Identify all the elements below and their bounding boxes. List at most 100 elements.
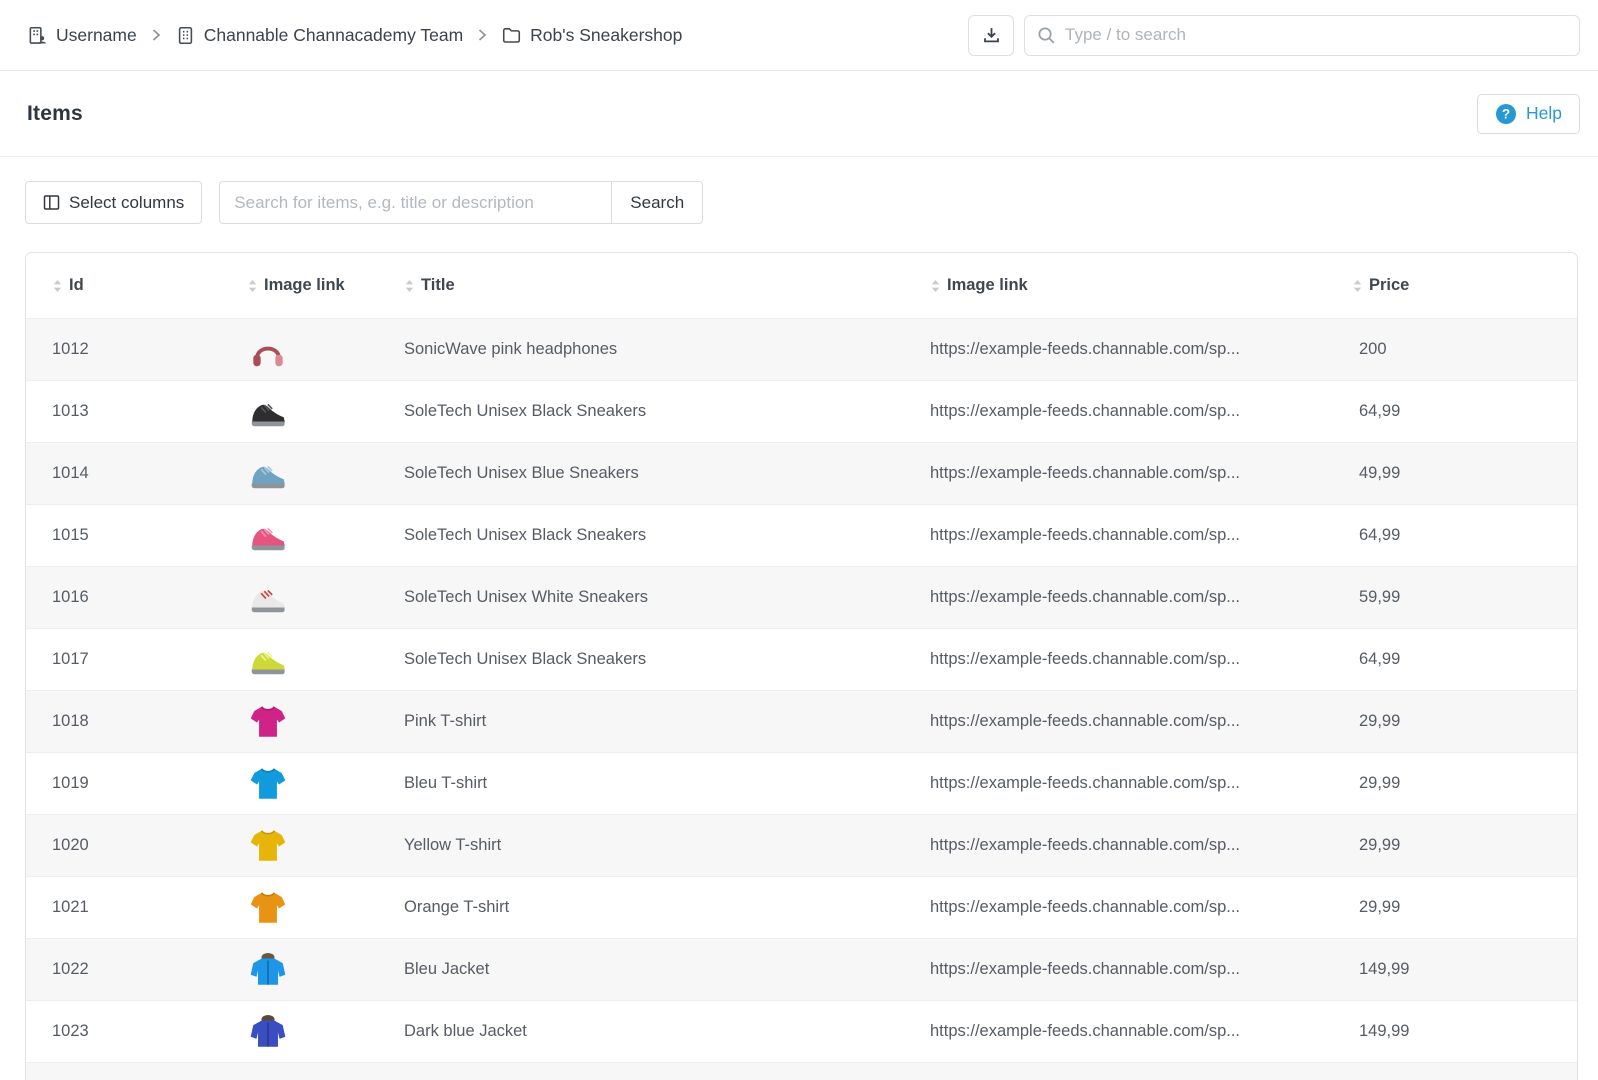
cell-price: 59,99 (1352, 588, 1577, 607)
sort-icon (1352, 279, 1363, 293)
cell-image (247, 887, 404, 929)
cell-image (247, 639, 404, 681)
table-row-partial (26, 1062, 1577, 1080)
cell-id: 1016 (52, 588, 247, 607)
cell-price: 64,99 (1352, 650, 1577, 669)
column-header-image-link-thumb[interactable]: Image link (247, 276, 404, 295)
download-button[interactable] (968, 15, 1014, 56)
cell-image (247, 515, 404, 557)
yellow-tshirt-image (247, 825, 289, 867)
cell-title: SoleTech Unisex Black Sneakers (404, 526, 930, 545)
sort-icon (404, 279, 415, 293)
select-columns-label: Select columns (69, 193, 184, 213)
dark-blue-jacket-image (247, 1011, 289, 1053)
sort-icon (247, 279, 258, 293)
table-row[interactable]: 1017 SoleTech Unisex Black Sneakers http… (26, 628, 1577, 690)
chevron-right-icon (476, 28, 488, 42)
table-row[interactable]: 1016 SoleTech Unisex White Sneakers http… (26, 566, 1577, 628)
cell-title: Orange T-shirt (404, 898, 930, 917)
yellow-green-sneaker-image (247, 639, 289, 681)
question-mark-icon: ? (1495, 103, 1517, 125)
cell-title: Bleu T-shirt (404, 774, 930, 793)
cell-title: SoleTech Unisex Blue Sneakers (404, 464, 930, 483)
cell-id: 1021 (52, 898, 247, 917)
company-icon (175, 25, 196, 46)
cell-id: 1019 (52, 774, 247, 793)
global-search-input[interactable] (1024, 15, 1580, 56)
cell-image (247, 329, 404, 371)
items-search-input[interactable] (219, 181, 611, 224)
cell-price: 49,99 (1352, 464, 1577, 483)
cell-price: 29,99 (1352, 898, 1577, 917)
cell-id: 1013 (52, 402, 247, 421)
pink-headphones-image (247, 329, 289, 371)
items-search-button[interactable]: Search (611, 181, 703, 224)
cell-image-link: https://example-feeds.channable.com/sp..… (930, 526, 1352, 545)
page-title: Items (27, 102, 83, 126)
breadcrumb: Username Channable Channacademy Team Rob… (27, 25, 682, 46)
table-row[interactable]: 1018 Pink T-shirt https://example-feeds.… (26, 690, 1577, 752)
cell-id: 1014 (52, 464, 247, 483)
breadcrumb-item-username[interactable]: Username (27, 25, 137, 46)
cell-image-link: https://example-feeds.channable.com/sp..… (930, 650, 1352, 669)
bright-blue-jacket-image (247, 949, 289, 991)
cell-title: Bleu Jacket (404, 960, 930, 979)
cell-image-link: https://example-feeds.channable.com/sp..… (930, 464, 1352, 483)
svg-text:?: ? (1502, 106, 1510, 121)
cell-image-link: https://example-feeds.channable.com/sp..… (930, 588, 1352, 607)
cell-image-link: https://example-feeds.channable.com/sp..… (930, 402, 1352, 421)
cell-price: 200 (1352, 340, 1577, 359)
column-header-title[interactable]: Title (404, 276, 930, 295)
cell-price: 29,99 (1352, 712, 1577, 731)
cell-image-link: https://example-feeds.channable.com/sp..… (930, 712, 1352, 731)
cell-price: 149,99 (1352, 1022, 1577, 1041)
table-row[interactable]: 1014 SoleTech Unisex Blue Sneakers https… (26, 442, 1577, 504)
help-button[interactable]: ? Help (1477, 94, 1580, 134)
black-sneaker-image (247, 391, 289, 433)
cell-image (247, 391, 404, 433)
column-header-price[interactable]: Price (1352, 276, 1577, 295)
white-red-sneaker-image (247, 577, 289, 619)
cell-image (247, 577, 404, 619)
table-row[interactable]: 1013 SoleTech Unisex Black Sneakers http… (26, 380, 1577, 442)
select-columns-button[interactable]: Select columns (25, 181, 202, 224)
global-search (1024, 15, 1580, 56)
sort-icon (52, 279, 63, 293)
cell-price: 149,99 (1352, 960, 1577, 979)
table-row[interactable]: 1015 SoleTech Unisex Black Sneakers http… (26, 504, 1577, 566)
help-button-label: Help (1526, 103, 1562, 124)
table-row[interactable]: 1012 SonicWave pink headphones https://e… (26, 318, 1577, 380)
cell-id: 1017 (52, 650, 247, 669)
breadcrumb-item-project[interactable]: Rob's Sneakershop (501, 25, 682, 46)
cell-image-link: https://example-feeds.channable.com/sp..… (930, 1022, 1352, 1041)
table-row[interactable]: 1021 Orange T-shirt https://example-feed… (26, 876, 1577, 938)
blue-sneaker-image (247, 453, 289, 495)
cell-image (247, 825, 404, 867)
cell-image (247, 763, 404, 805)
table-row[interactable]: 1020 Yellow T-shirt https://example-feed… (26, 814, 1577, 876)
cell-image (247, 453, 404, 495)
cell-id: 1012 (52, 340, 247, 359)
cell-image (247, 1011, 404, 1053)
table-row[interactable]: 1022 Bleu Jacket https://example-feeds.c… (26, 938, 1577, 1000)
cell-image-link: https://example-feeds.channable.com/sp..… (930, 960, 1352, 979)
orange-tshirt-image (247, 887, 289, 929)
cell-image (247, 701, 404, 743)
breadcrumb-label: Channable Channacademy Team (204, 25, 463, 46)
column-header-image-link-url[interactable]: Image link (930, 276, 1352, 295)
blue-tshirt-image (247, 763, 289, 805)
cell-image-link: https://example-feeds.channable.com/sp..… (930, 836, 1352, 855)
cell-image-link: https://example-feeds.channable.com/sp..… (930, 774, 1352, 793)
download-icon (981, 25, 1002, 46)
topbar-actions (968, 15, 1580, 56)
cell-title: Yellow T-shirt (404, 836, 930, 855)
column-header-id[interactable]: Id (52, 276, 247, 295)
breadcrumb-item-team[interactable]: Channable Channacademy Team (175, 25, 463, 46)
table-row[interactable]: 1023 Dark blue Jacket https://example-fe… (26, 1000, 1577, 1062)
cell-title: SonicWave pink headphones (404, 340, 930, 359)
table-body: 1012 SonicWave pink headphones https://e… (26, 318, 1577, 1062)
table-row[interactable]: 1019 Bleu T-shirt https://example-feeds.… (26, 752, 1577, 814)
cell-price: 29,99 (1352, 836, 1577, 855)
page-header: Items ? Help (0, 71, 1598, 157)
columns-icon (43, 194, 60, 211)
